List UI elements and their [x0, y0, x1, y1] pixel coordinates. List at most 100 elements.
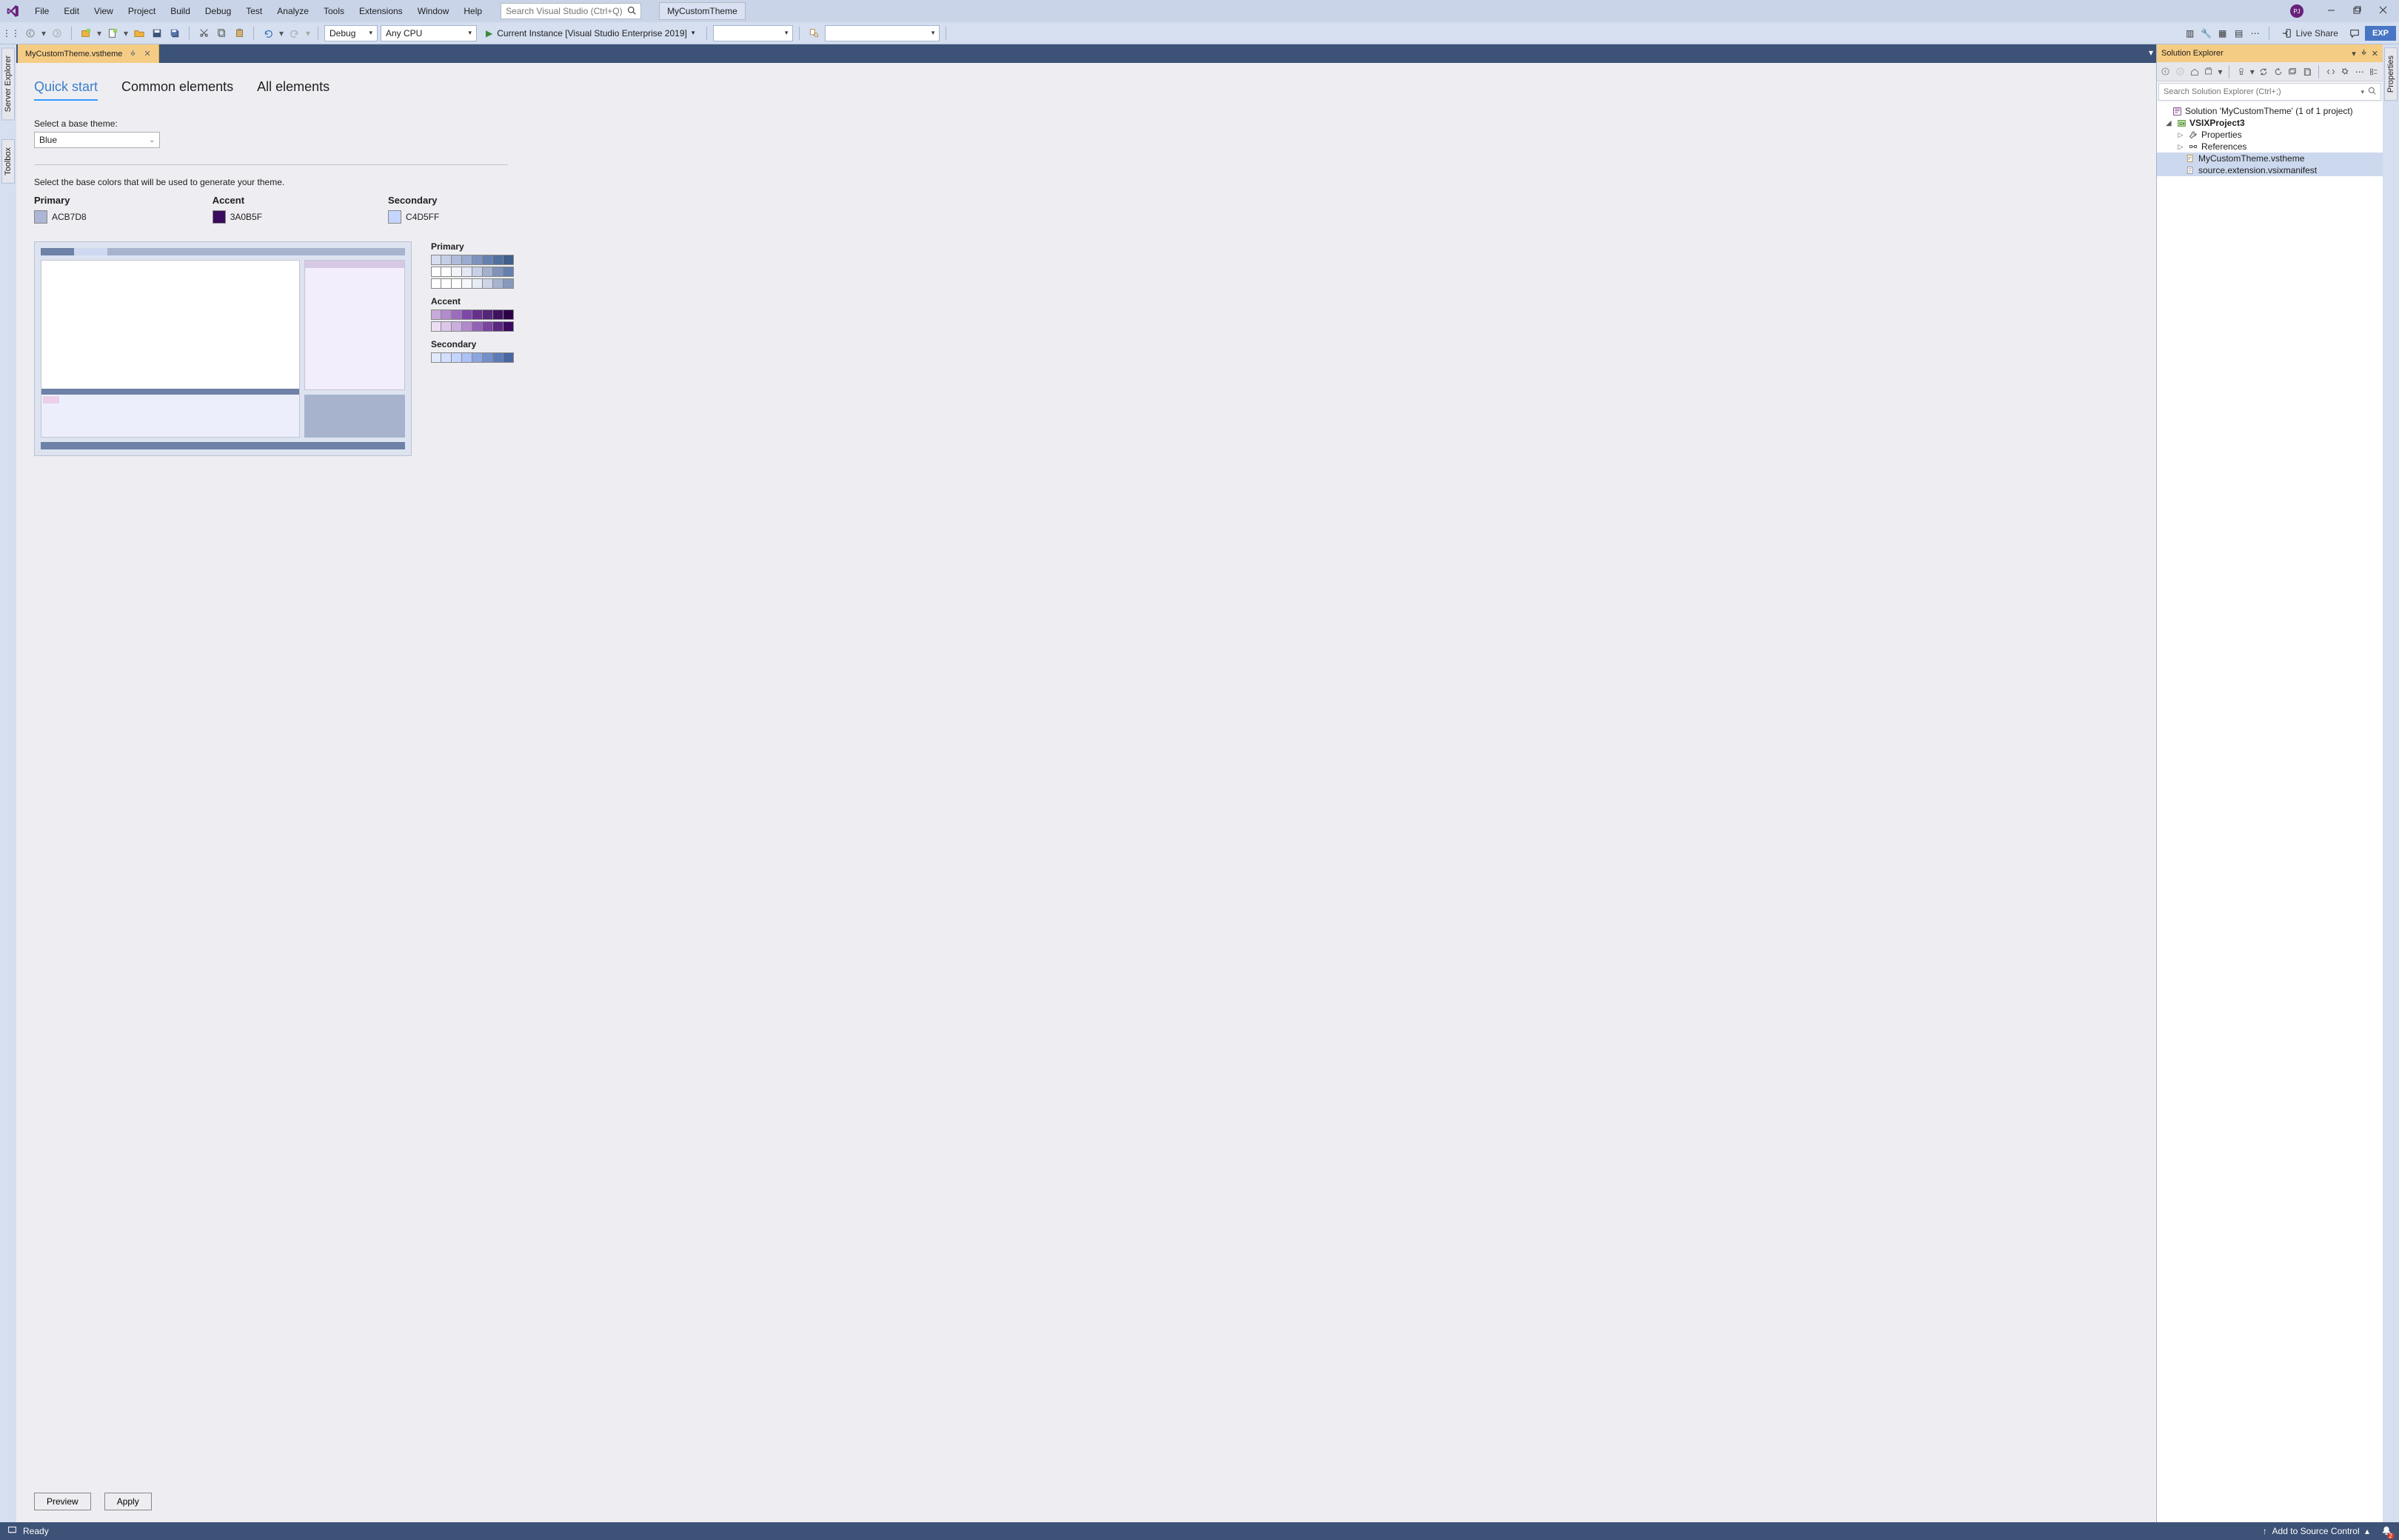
find-combo[interactable]: ▾ — [825, 25, 940, 41]
se-preview-button[interactable]: ⋯ — [2354, 64, 2366, 80]
xaml-layout-icon[interactable]: ▥ — [2183, 26, 2198, 41]
tab-common-elements[interactable]: Common elements — [121, 75, 233, 101]
secondary-swatch[interactable] — [462, 352, 472, 363]
properties-tab[interactable]: Properties — [2384, 47, 2398, 101]
se-forward-button[interactable] — [2175, 64, 2186, 80]
accent-swatch[interactable] — [472, 321, 483, 332]
accent-swatch[interactable] — [462, 321, 472, 332]
primary-swatch[interactable] — [472, 278, 483, 289]
nav-back-button[interactable] — [22, 25, 39, 41]
save-button[interactable] — [149, 25, 165, 41]
accent-swatch[interactable] — [452, 321, 462, 332]
undo-button[interactable] — [260, 25, 276, 41]
primary-swatch[interactable] — [503, 255, 514, 265]
apply-button[interactable]: Apply — [104, 1493, 152, 1510]
solution-explorer-title[interactable]: Solution Explorer ▾ ✕ — [2157, 44, 2383, 62]
user-avatar[interactable]: PJ — [2290, 4, 2303, 18]
menu-tools[interactable]: Tools — [317, 3, 351, 19]
references-node[interactable]: ▷ References — [2157, 141, 2383, 153]
new-project-dropdown[interactable]: ▾ — [96, 25, 103, 41]
accent-swatch[interactable] — [441, 309, 452, 320]
se-view-code-button[interactable] — [2325, 64, 2337, 80]
primary-chip[interactable] — [34, 210, 47, 224]
primary-swatch[interactable] — [483, 267, 493, 277]
primary-swatch[interactable] — [483, 255, 493, 265]
primary-swatch[interactable] — [452, 255, 462, 265]
accent-swatch[interactable] — [493, 309, 503, 320]
notifications-button[interactable]: 2 — [2381, 1525, 2392, 1538]
se-scope-dropdown[interactable]: ▾ — [2218, 64, 2223, 80]
add-item-button[interactable] — [104, 25, 121, 41]
close-panel-icon[interactable]: ✕ — [2372, 49, 2378, 58]
properties-node[interactable]: ▷ Properties — [2157, 129, 2383, 141]
cut-button[interactable] — [195, 25, 212, 41]
accent-swatch[interactable] — [431, 309, 441, 320]
accent-swatch[interactable] — [493, 321, 503, 332]
menu-analyze[interactable]: Analyze — [270, 3, 315, 19]
se-back-button[interactable] — [2160, 64, 2172, 80]
pin-icon[interactable] — [130, 50, 136, 58]
feedback-icon[interactable] — [2347, 26, 2362, 41]
expander-icon[interactable]: ▷ — [2176, 143, 2185, 151]
save-all-button[interactable] — [167, 25, 183, 41]
primary-swatch[interactable] — [431, 255, 441, 265]
menu-window[interactable]: Window — [411, 3, 456, 19]
paste-button[interactable] — [231, 25, 247, 41]
secondary-swatch[interactable] — [452, 352, 462, 363]
nav-forward-button[interactable] — [49, 25, 65, 41]
primary-swatch[interactable] — [452, 267, 462, 277]
theme-file-node[interactable]: MyCustomTheme.vstheme — [2157, 153, 2383, 164]
secondary-swatch[interactable] — [493, 352, 503, 363]
primary-swatch[interactable] — [483, 278, 493, 289]
accent-swatch[interactable] — [441, 321, 452, 332]
primary-swatch[interactable] — [452, 278, 462, 289]
se-scope-button[interactable] — [2204, 64, 2215, 80]
primary-swatch[interactable] — [431, 267, 441, 277]
open-file-button[interactable] — [131, 25, 147, 41]
primary-swatch[interactable] — [441, 278, 452, 289]
menu-project[interactable]: Project — [121, 3, 162, 19]
quick-launch[interactable] — [501, 3, 641, 19]
menu-file[interactable]: File — [28, 3, 56, 19]
primary-swatch[interactable] — [472, 255, 483, 265]
primary-swatch[interactable] — [462, 278, 472, 289]
copy-button[interactable] — [213, 25, 230, 41]
primary-swatch[interactable] — [431, 278, 441, 289]
solution-explorer-search-input[interactable] — [2164, 87, 2376, 96]
primary-swatch[interactable] — [503, 267, 514, 277]
tab-quick-start[interactable]: Quick start — [34, 75, 98, 101]
primary-swatch[interactable] — [441, 255, 452, 265]
accent-swatch[interactable] — [472, 309, 483, 320]
project-node[interactable]: ◢ C# VSIXProject3 — [2157, 117, 2383, 129]
se-filter-dropdown[interactable]: ▾ — [2249, 64, 2255, 80]
se-properties-button[interactable] — [2340, 64, 2352, 80]
expander-icon[interactable]: ▷ — [2176, 131, 2185, 139]
source-control-button[interactable]: ↑ Add to Source Control ▴ — [2263, 1526, 2369, 1536]
expander-icon[interactable]: ◢ — [2164, 119, 2173, 127]
primary-swatch[interactable] — [493, 267, 503, 277]
tab-overflow-button[interactable]: ▾ — [2149, 47, 2153, 58]
accent-swatch[interactable] — [452, 309, 462, 320]
base-theme-select[interactable]: Blue ⌄ — [34, 132, 160, 148]
manifest-file-node[interactable]: source.extension.vsixmanifest — [2157, 164, 2383, 176]
search-dropdown-icon[interactable]: ▾ — [2360, 88, 2364, 96]
wrench-icon[interactable]: 🔧 — [2199, 26, 2214, 41]
primary-swatch[interactable] — [472, 267, 483, 277]
tab-all-elements[interactable]: All elements — [257, 75, 329, 101]
se-home-button[interactable] — [2189, 64, 2201, 80]
preview-button[interactable]: Preview — [34, 1493, 91, 1510]
primary-swatch[interactable] — [462, 255, 472, 265]
autohide-pin-icon[interactable] — [2360, 49, 2367, 58]
more-icon[interactable]: ⋯ — [2248, 26, 2263, 41]
menu-view[interactable]: View — [87, 3, 120, 19]
accent-swatch[interactable] — [503, 321, 514, 332]
se-pending-changes-button[interactable] — [2235, 64, 2247, 80]
redo-button[interactable] — [287, 25, 303, 41]
doc-tab-active[interactable]: MyCustomTheme.vstheme ✕ — [18, 44, 159, 63]
server-explorer-tab[interactable]: Server Explorer — [1, 47, 15, 120]
menu-extensions[interactable]: Extensions — [352, 3, 409, 19]
solution-platform-combo[interactable]: Any CPU ▾ — [381, 25, 477, 41]
add-item-dropdown[interactable]: ▾ — [122, 25, 130, 41]
primary-swatch[interactable] — [441, 267, 452, 277]
accent-swatch[interactable] — [483, 321, 493, 332]
